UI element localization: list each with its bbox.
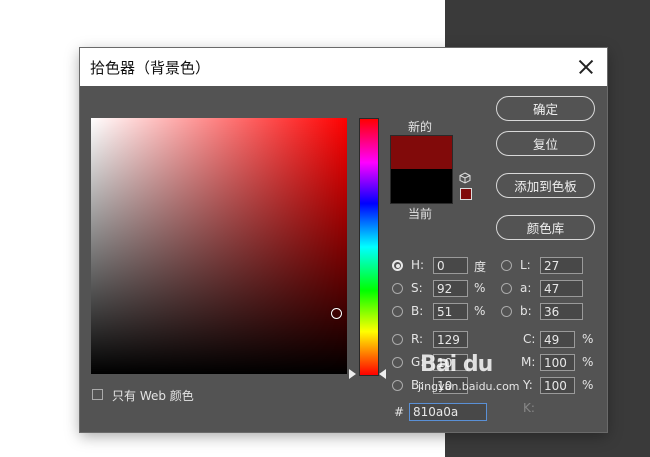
ok-button[interactable]: 确定 <box>496 96 595 121</box>
lab-a-input[interactable]: 47 <box>540 280 583 297</box>
radio-brightness[interactable] <box>392 306 403 317</box>
lab-a-label: a: <box>520 281 532 295</box>
color-field[interactable] <box>91 118 347 374</box>
gamut-cube-icon[interactable] <box>459 172 471 184</box>
lab-b-label: b: <box>520 304 532 318</box>
brightness-unit: % <box>474 304 486 318</box>
web-colors-only-checkbox[interactable] <box>92 389 103 400</box>
current-color-label: 当前 <box>408 207 433 221</box>
yellow-unit: % <box>582 378 594 392</box>
color-selector-circle[interactable] <box>331 308 342 319</box>
cyan-label: C: <box>523 332 536 346</box>
radio-lab-l[interactable] <box>501 260 512 271</box>
yellow-label: Y: <box>523 378 533 392</box>
lab-l-label: L: <box>520 258 531 272</box>
red-label: R: <box>411 332 424 346</box>
yellow-input[interactable]: 100 <box>540 377 575 394</box>
magenta-label: M: <box>521 355 536 369</box>
hue-label: H: <box>411 258 425 272</box>
radio-red[interactable] <box>392 334 403 345</box>
radio-lab-b[interactable] <box>501 306 512 317</box>
saturation-unit: % <box>474 281 486 295</box>
dialog-title: 拾色器（背景色） <box>90 59 211 77</box>
magenta-input[interactable]: 100 <box>540 354 575 371</box>
hex-input[interactable]: 810a0a <box>409 403 487 421</box>
black-label: K: <box>523 401 535 415</box>
baidu-watermark: Bai du <box>420 352 493 377</box>
radio-saturation[interactable] <box>392 283 403 294</box>
web-colors-only-label: 只有 Web 颜色 <box>112 389 194 403</box>
reset-button[interactable]: 复位 <box>496 131 595 156</box>
hue-slider[interactable] <box>359 118 379 376</box>
lab-l-input[interactable]: 27 <box>540 257 583 274</box>
cyan-input[interactable]: 49 <box>540 331 575 348</box>
add-to-swatches-button[interactable]: 添加到色板 <box>496 173 595 198</box>
brightness-label: B: <box>411 304 424 318</box>
radio-lab-a[interactable] <box>501 283 512 294</box>
lab-b-input[interactable]: 36 <box>540 303 583 320</box>
radio-hue[interactable] <box>392 260 403 271</box>
hue-slider-handle-right[interactable] <box>379 369 386 379</box>
hex-label: # <box>394 405 405 419</box>
hue-input[interactable]: 0 <box>433 257 468 274</box>
brightness-input[interactable]: 51 <box>433 303 468 320</box>
radio-green[interactable] <box>392 357 403 368</box>
close-icon[interactable] <box>573 54 599 80</box>
title-bar: 拾色器（背景色） <box>80 48 607 86</box>
cyan-unit: % <box>582 332 594 346</box>
hue-slider-handle-left[interactable] <box>349 369 356 379</box>
watermark-logo: Bai du <box>420 352 493 377</box>
new-color-label: 新的 <box>408 120 433 134</box>
saturation-label: S: <box>411 281 423 295</box>
saturation-input[interactable]: 92 <box>433 280 468 297</box>
watermark-url: jingyan.baidu.com <box>418 380 520 393</box>
red-input[interactable]: 129 <box>433 331 468 348</box>
hue-unit: 度 <box>474 260 487 274</box>
new-color-swatch <box>390 135 453 170</box>
color-libraries-button[interactable]: 颜色库 <box>496 215 595 240</box>
current-color-swatch[interactable] <box>390 169 453 204</box>
radio-blue[interactable] <box>392 380 403 391</box>
gamut-warning-swatch[interactable] <box>460 188 472 200</box>
magenta-unit: % <box>582 355 594 369</box>
color-picker-dialog: 拾色器（背景色） 新的 当前 确定 复位 添加到色板 颜色库 H: 0 度 S:… <box>80 48 607 432</box>
